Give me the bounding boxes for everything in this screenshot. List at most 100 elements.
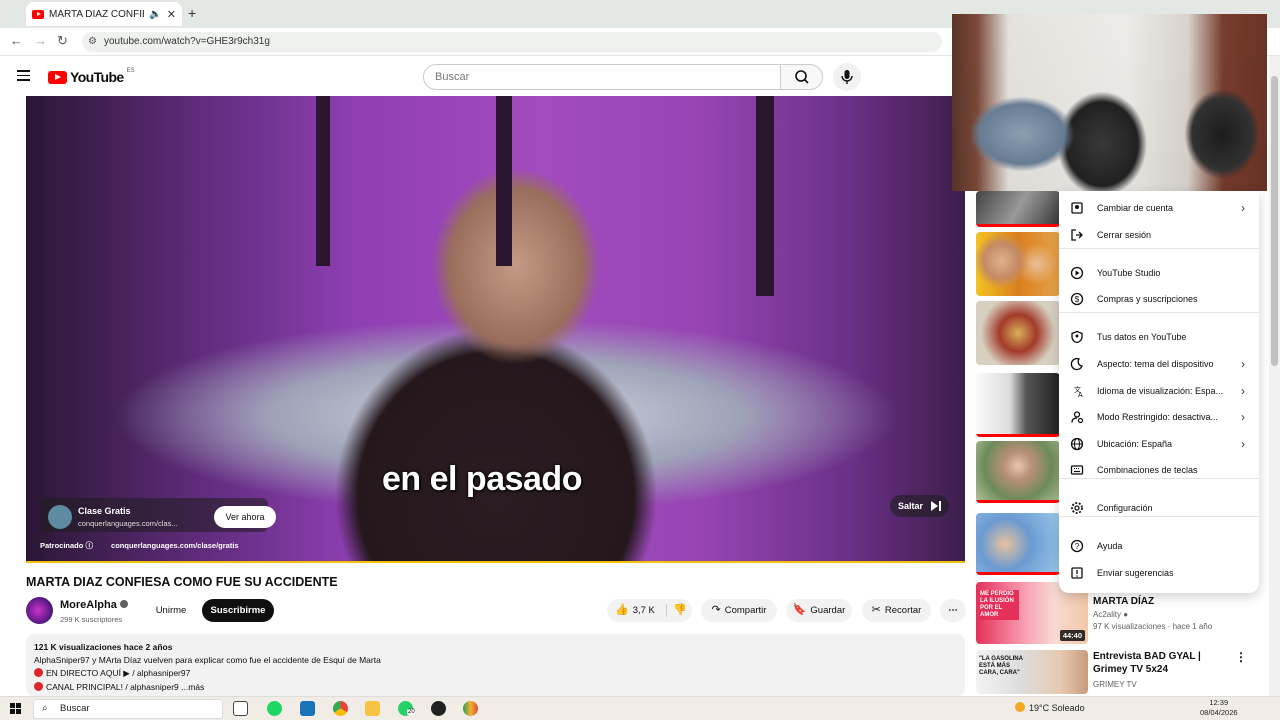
recommendation-title[interactable]: MARTA DÍAZ bbox=[1093, 595, 1235, 608]
recommendation-thumbnail[interactable] bbox=[976, 301, 1060, 365]
recommendation-thumbnail[interactable] bbox=[976, 513, 1060, 575]
recommendation-thumbnail[interactable] bbox=[976, 441, 1060, 503]
recommendation-thumbnail[interactable] bbox=[976, 232, 1060, 296]
video-caption: en el pasado bbox=[382, 460, 582, 498]
scissors-icon: ✂ bbox=[871, 604, 881, 616]
recommendation-thumbnail[interactable] bbox=[976, 373, 1060, 437]
menu-item[interactable]: Cerrar sesión bbox=[1059, 222, 1259, 248]
clip-button[interactable]: ✂ Recortar bbox=[862, 599, 931, 622]
menu-item[interactable]: Ubicación: España › bbox=[1059, 431, 1259, 457]
description-line[interactable]: CANAL PRINCIPAL! / alphasniper9 ...más bbox=[46, 682, 204, 692]
close-tab-icon[interactable]: ✕ bbox=[167, 8, 176, 21]
recommendation-title[interactable]: Entrevista BAD GYAL | Grimey TV 5x24 bbox=[1093, 650, 1235, 676]
recommendation-thumbnail[interactable]: "LA GASOLINA ESTÁ MÁS CARA, CARA" bbox=[976, 650, 1088, 694]
channel-avatar[interactable] bbox=[26, 597, 53, 624]
menu-item[interactable]: 文 A Idioma de visualización: Espa... › bbox=[1059, 378, 1259, 404]
dislike-button[interactable]: 👎 bbox=[673, 599, 691, 622]
menu-item[interactable]: Enviar sugerencias bbox=[1059, 560, 1259, 586]
ad-card[interactable]: Clase Gratis conquerlanguages.com/clas..… bbox=[40, 498, 276, 532]
menu-item[interactable]: $ Compras y suscripciones bbox=[1059, 286, 1259, 312]
sponsored-label: Patrocinado bbox=[40, 541, 84, 550]
app-icon[interactable] bbox=[463, 701, 478, 716]
browser-tab[interactable]: MARTA DIAZ CONFIESA CO 🔈 ✕ bbox=[26, 2, 182, 26]
video-title: MARTA DIAZ CONFIESA COMO FUE SU ACCIDENT… bbox=[26, 575, 338, 589]
recommendation-channel[interactable]: GRIMEY TV bbox=[1093, 680, 1137, 689]
youtube-masthead: YouTube ES Buscar bbox=[0, 56, 960, 96]
menu-item[interactable]: Cambiar de cuenta › bbox=[1059, 195, 1259, 221]
file-explorer-icon[interactable] bbox=[365, 701, 380, 716]
recommendation-thumbnail[interactable] bbox=[976, 191, 1060, 227]
menu-item-label: Aspecto: tema del dispositivo bbox=[1097, 359, 1214, 369]
menu-item-label: YouTube Studio bbox=[1097, 268, 1161, 278]
more-options-icon[interactable]: ⋮ bbox=[1235, 650, 1247, 664]
share-button[interactable]: ↷ Compartir bbox=[701, 599, 777, 622]
taskbar-search[interactable]: ⌕ Buscar bbox=[33, 699, 223, 719]
chrome-icon[interactable] bbox=[333, 701, 348, 716]
thumbs-down-icon: 👎 bbox=[673, 604, 687, 616]
switch-account-icon bbox=[1071, 202, 1083, 214]
menu-item[interactable]: Combinaciones de teclas bbox=[1059, 457, 1259, 483]
description-line[interactable]: EN DIRECTO AQUÍ ▶ / alphasniper97 bbox=[46, 668, 190, 678]
menu-item-label: Modo Restringido: desactiva... bbox=[1097, 412, 1219, 422]
like-button[interactable]: 👍 3,7 K bbox=[615, 599, 655, 622]
url-field[interactable]: ⚙ youtube.com/watch?v=GHE3r9ch31g bbox=[82, 32, 942, 52]
video-player[interactable]: en el pasado Clase Gratis conquerlanguag… bbox=[26, 96, 965, 563]
app-icon[interactable] bbox=[431, 701, 446, 716]
save-button[interactable]: 🔖 Guardar bbox=[786, 599, 852, 622]
search-input[interactable]: Buscar bbox=[423, 64, 781, 90]
weather-widget[interactable]: 19°C Soleado bbox=[1015, 702, 1085, 713]
menu-item[interactable]: Tus datos en YouTube bbox=[1059, 324, 1259, 350]
settings-icon bbox=[1071, 502, 1083, 514]
back-button[interactable]: ← bbox=[10, 33, 23, 48]
channel-name[interactable]: MoreAlpha bbox=[60, 599, 128, 611]
menu-item[interactable]: Aspecto: tema del dispositivo › bbox=[1059, 351, 1259, 377]
app-icon[interactable] bbox=[300, 701, 315, 716]
window-frame bbox=[316, 96, 330, 266]
task-view-icon[interactable] bbox=[233, 701, 248, 716]
menu-item[interactable]: YouTube Studio bbox=[1059, 260, 1259, 286]
menu-item[interactable]: ? Ayuda bbox=[1059, 533, 1259, 559]
search-button[interactable] bbox=[780, 64, 823, 90]
reload-button[interactable]: ↻ bbox=[57, 33, 68, 49]
join-button[interactable]: Unirme bbox=[150, 599, 192, 622]
page-scrollbar[interactable] bbox=[1269, 56, 1280, 696]
youtube-wordmark: YouTube bbox=[70, 69, 124, 85]
new-tab-button[interactable]: + bbox=[188, 5, 196, 21]
view-stats: 121 K visualizaciones hace 2 años bbox=[34, 642, 173, 652]
site-info-icon[interactable]: ⚙ bbox=[88, 32, 97, 52]
windows-taskbar: ⌕ Buscar 20 19°C Soleado 12:39 08/04/202… bbox=[0, 696, 1280, 720]
menu-icon[interactable] bbox=[17, 70, 30, 81]
youtube-logo[interactable]: YouTube ES bbox=[48, 68, 135, 85]
menu-item-label: Combinaciones de teclas bbox=[1097, 465, 1198, 475]
info-icon[interactable]: ⓘ bbox=[85, 541, 93, 550]
ad-progress-bar[interactable] bbox=[26, 561, 965, 563]
video-duration: 44:40 bbox=[1059, 630, 1085, 641]
menu-item[interactable]: Modo Restringido: desactiva... › bbox=[1059, 404, 1259, 430]
more-actions-button[interactable]: ⋯ bbox=[940, 599, 966, 622]
scrollbar-thumb[interactable] bbox=[1271, 76, 1278, 366]
ad-cta-button[interactable]: Ver ahora bbox=[214, 506, 276, 528]
menu-item-label: Ayuda bbox=[1097, 541, 1123, 551]
forward-button[interactable]: → bbox=[34, 33, 47, 48]
menu-item-label: Tus datos en YouTube bbox=[1097, 332, 1187, 342]
whatsapp-icon[interactable]: 20 bbox=[398, 701, 416, 716]
webcam-overlay bbox=[952, 14, 1267, 191]
subscribe-button[interactable]: Suscribirme bbox=[202, 599, 274, 622]
advertiser-avatar bbox=[48, 505, 72, 529]
account-menu: Cambiar de cuenta › Cerrar sesión YouTube S… bbox=[1059, 191, 1259, 593]
description-box[interactable]: 121 K visualizaciones hace 2 años AlphaS… bbox=[26, 634, 965, 696]
voice-search-button[interactable] bbox=[833, 63, 861, 91]
spotify-icon[interactable] bbox=[267, 701, 282, 716]
keyboard-icon bbox=[1070, 465, 1084, 475]
menu-item[interactable]: Configuración bbox=[1059, 495, 1259, 521]
watch-progress bbox=[976, 224, 1060, 227]
country-code: ES bbox=[126, 68, 135, 74]
start-button[interactable] bbox=[10, 703, 22, 715]
system-clock[interactable]: 12:39 08/04/2026 bbox=[1200, 698, 1238, 718]
speaker-icon[interactable]: 🔈 bbox=[149, 9, 161, 20]
menu-divider bbox=[1059, 312, 1259, 313]
skip-ad-button[interactable]: Saltar bbox=[890, 495, 949, 517]
sponsored-url[interactable]: conquerlanguages.com/clase/gratis bbox=[111, 541, 239, 550]
recommendation-channel[interactable]: Ac2ality ● bbox=[1093, 610, 1128, 619]
microphone-icon bbox=[841, 70, 853, 84]
